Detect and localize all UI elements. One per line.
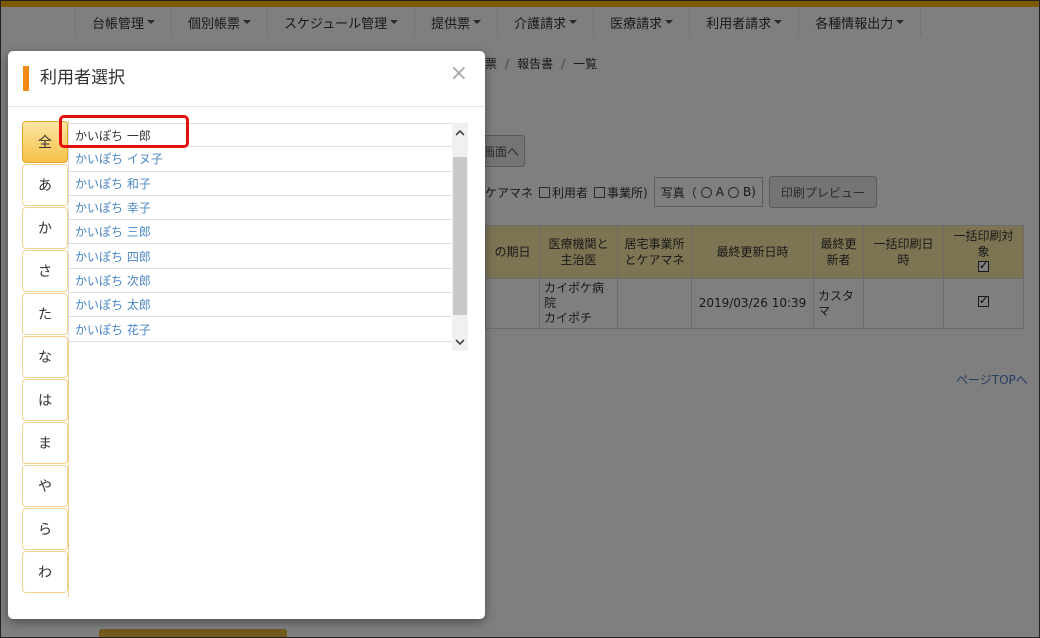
- kana-ha-button[interactable]: は: [22, 379, 68, 421]
- kana-ma-button[interactable]: ま: [22, 422, 68, 464]
- user-list: かいぽち 一郎 かいぽち イヌ子 かいぽち 和子 かいぽち 幸子 かいぽち 三郎…: [68, 123, 452, 342]
- kana-na-button[interactable]: な: [22, 336, 68, 378]
- kana-wa-button[interactable]: わ: [22, 551, 68, 593]
- list-item[interactable]: かいぽち 次郎: [68, 268, 452, 294]
- screen: 台帳管理 個別帳票 スケジュール管理 提供票 介護請求 医療請求 利用者請求 各…: [0, 0, 1040, 638]
- close-icon[interactable]: ×: [450, 61, 468, 86]
- kana-filter: 全 あ か さ た な は ま や ら わ: [22, 121, 68, 594]
- user-select-modal: 利用者選択 × 全 あ か さ た な は ま や ら わ かいぽち 一郎 かい…: [8, 51, 485, 619]
- title-accent-bar: [23, 66, 29, 91]
- list-item[interactable]: かいぽち 三郎: [68, 220, 452, 245]
- list-item[interactable]: かいぽち イヌ子: [68, 147, 452, 172]
- kana-a-button[interactable]: あ: [22, 164, 68, 206]
- kana-ra-button[interactable]: ら: [22, 508, 68, 550]
- kana-ta-button[interactable]: た: [22, 293, 68, 335]
- modal-title: 利用者選択: [40, 68, 125, 88]
- kana-ka-button[interactable]: か: [22, 207, 68, 249]
- chevron-down-icon[interactable]: [452, 333, 468, 351]
- list-item[interactable]: かいぽち 和子: [68, 171, 452, 196]
- kana-sa-button[interactable]: さ: [22, 250, 68, 292]
- selection-highlight: [59, 115, 189, 148]
- list-scrollbar[interactable]: [452, 123, 468, 351]
- scroll-thumb[interactable]: [453, 157, 467, 315]
- list-item[interactable]: かいぽち 花子: [68, 317, 452, 342]
- list-item[interactable]: かいぽち 四郎: [68, 244, 452, 269]
- list-item[interactable]: かいぽち 幸子: [68, 195, 452, 221]
- modal-header: 利用者選択 ×: [8, 51, 485, 107]
- kana-ya-button[interactable]: や: [22, 465, 68, 507]
- list-item[interactable]: かいぽち 太郎: [68, 293, 452, 318]
- chevron-up-icon[interactable]: [452, 123, 468, 141]
